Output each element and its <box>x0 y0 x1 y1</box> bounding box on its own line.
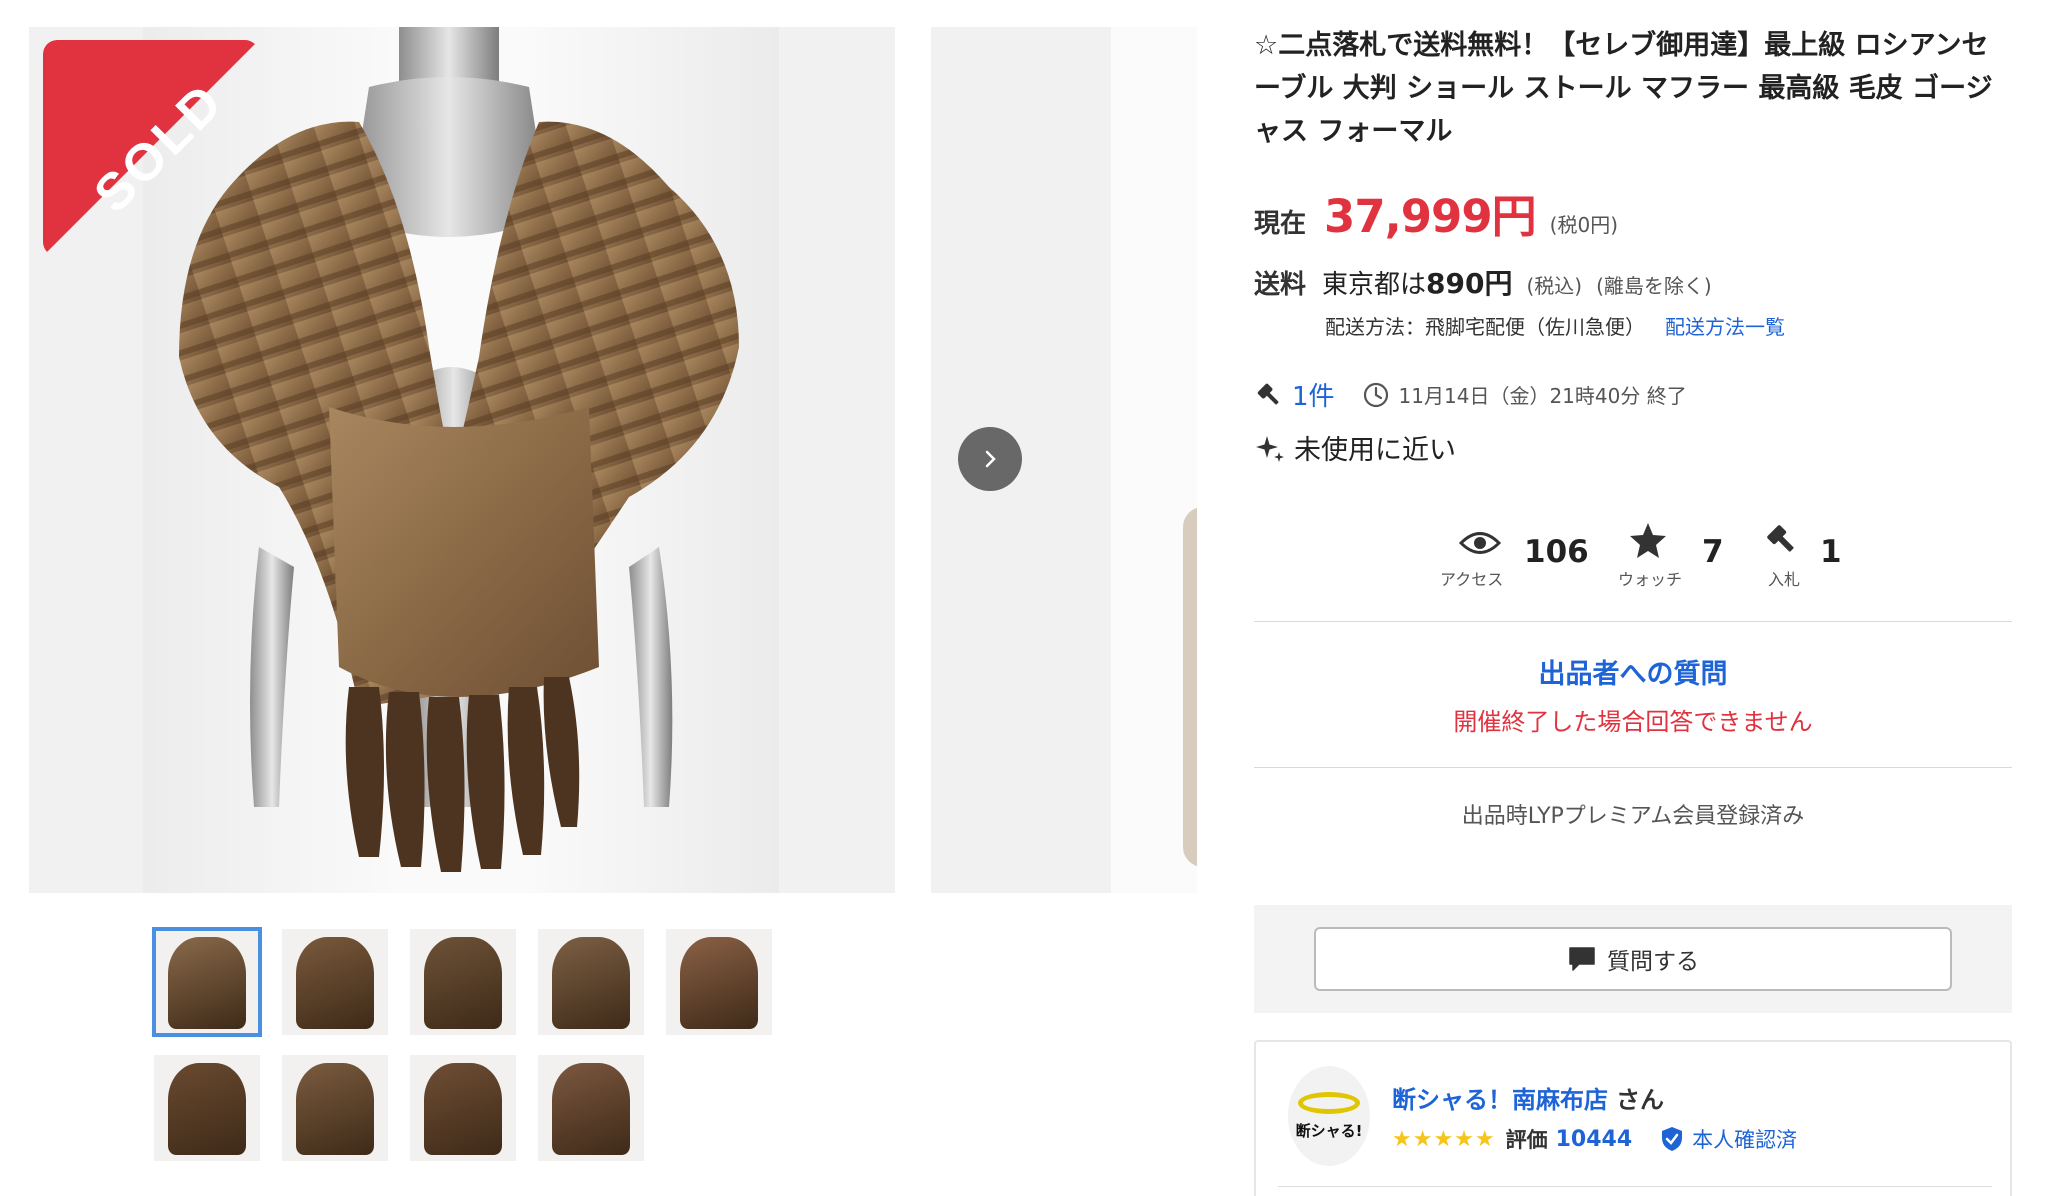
thumbnail[interactable] <box>410 1055 516 1161</box>
rating-value-link[interactable]: 10444 <box>1556 1127 1633 1152</box>
thumbnail[interactable] <box>282 1055 388 1161</box>
bid-count-link[interactable]: 1件 <box>1292 376 1335 413</box>
shipping-exclusion: (離島を除く) <box>1596 274 1712 298</box>
shipping-tax: (税込) <box>1526 274 1583 298</box>
question-closed-note: 開催終了した場合回答できません <box>1453 708 1813 736</box>
thumbnail-image <box>424 1063 502 1155</box>
thumbnail-image <box>680 937 758 1029</box>
next-image-button[interactable] <box>958 427 1022 491</box>
avatar-logo-text: 断シャる! <box>1295 1121 1363 1140</box>
thumbnail-image <box>552 937 630 1029</box>
price-label: 現在 <box>1254 209 1307 239</box>
chat-bubble-icon <box>1569 947 1595 971</box>
watch-label: ウォッチ <box>1618 570 1683 589</box>
condition-row: 未使用に近い <box>1254 428 1456 467</box>
divider <box>1278 1186 1992 1187</box>
image-gallery: SOLD <box>0 0 1210 1196</box>
item-stats: アクセス 106 ウォッチ 7 入札 1 <box>1434 520 1854 590</box>
sparkle-icon <box>1256 435 1284 462</box>
item-title: ☆二点落札で送料無料！【セレブ御用達】最上級 ロシアンセーブル 大判 ショール … <box>1254 30 1993 147</box>
gavel-icon <box>1257 383 1279 404</box>
thumbnail[interactable] <box>410 929 516 1035</box>
thumbnail-image <box>168 937 246 1029</box>
price-tax: (税0円) <box>1549 213 1619 237</box>
thumbnail[interactable] <box>152 927 262 1037</box>
thumbnail-image <box>552 1063 630 1155</box>
price-row: 現在 37,999円 (税0円) <box>1254 180 1618 245</box>
ask-question-label: 質問する <box>1607 949 1699 975</box>
thumbnail[interactable] <box>282 929 388 1035</box>
access-label: アクセス <box>1440 570 1504 589</box>
thumbnail[interactable] <box>538 1055 644 1161</box>
thumbnail[interactable] <box>154 1055 260 1161</box>
star-icon <box>1630 523 1666 558</box>
shipping-methods-link[interactable]: 配送方法一覧 <box>1665 311 1785 340</box>
seller-name-row: 断シャる！南麻布店 さん <box>1392 1080 1664 1115</box>
divider <box>1254 621 2012 622</box>
thumbnail-image <box>168 1063 246 1155</box>
access-count: 106 <box>1524 534 1589 570</box>
current-price: 37,999円 <box>1324 190 1537 243</box>
seller-rating-row: ★★★★★ 評価 10444 本人確認済 <box>1392 1124 1797 1154</box>
seller-name-link[interactable]: 断シャる！南麻布店 <box>1392 1086 1608 1114</box>
seller-avatar[interactable]: 断シャる! <box>1288 1066 1370 1166</box>
ask-question-button[interactable]: 質問する <box>1314 927 1952 991</box>
shipping-row: 送料 東京都は 890円 (税込) (離島を除く) <box>1254 262 1712 302</box>
premium-member-note: 出品時LYPプレミアム会員登録済み <box>1461 804 1805 829</box>
shipping-amount: 890円 <box>1426 267 1513 300</box>
verified-badge: 本人確認済 <box>1660 1124 1797 1154</box>
gavel-icon <box>1767 525 1794 552</box>
seller-question-link[interactable]: 出品者への質問 <box>1254 652 2012 691</box>
watch-count: 7 <box>1702 534 1724 570</box>
rating-stars: ★★★★★ <box>1392 1126 1496 1152</box>
thumbnail[interactable] <box>538 929 644 1035</box>
clock-icon <box>1363 382 1388 407</box>
shipping-method-row: 配送方法：飛脚宅配便（佐川急便） 配送方法一覧 <box>1325 311 1785 340</box>
thumbnail-image <box>296 1063 374 1155</box>
thumbnail-image <box>296 937 374 1029</box>
seller-card: 断シャる! 断シャる！南麻布店 さん ★★★★★ 評価 10444 本人確認済 <box>1254 1040 2012 1196</box>
shipping-destination: 東京都は <box>1322 270 1427 300</box>
verified-label: 本人確認済 <box>1692 1128 1798 1152</box>
avatar-halo <box>1298 1091 1360 1114</box>
divider <box>1254 767 2012 768</box>
thumbnail[interactable] <box>666 929 772 1035</box>
bids-label: 入札 <box>1768 570 1801 589</box>
end-time: 11月14日（金）21時40分 終了 <box>1398 384 1687 408</box>
sold-ribbon: SOLD <box>43 40 259 256</box>
ask-question-area: 質問する <box>1254 905 2012 1013</box>
seller-suffix: さん <box>1616 1086 1664 1114</box>
thumbnail-image <box>424 937 502 1029</box>
eye-icon <box>1458 532 1502 554</box>
shield-check-icon <box>1662 1127 1683 1151</box>
fur-edge-preview <box>1183 507 1197 867</box>
item-condition: 未使用に近い <box>1294 435 1456 466</box>
chevron-right-icon <box>985 450 996 468</box>
shipping-method: 配送方法：飛脚宅配便（佐川急便） <box>1325 315 1645 339</box>
rating-label: 評価 <box>1505 1128 1548 1152</box>
shipping-label: 送料 <box>1254 270 1307 300</box>
auction-meta-row: 1件 11月14日（金）21時40分 終了 <box>1254 376 1687 413</box>
bids-count: 1 <box>1820 534 1842 570</box>
